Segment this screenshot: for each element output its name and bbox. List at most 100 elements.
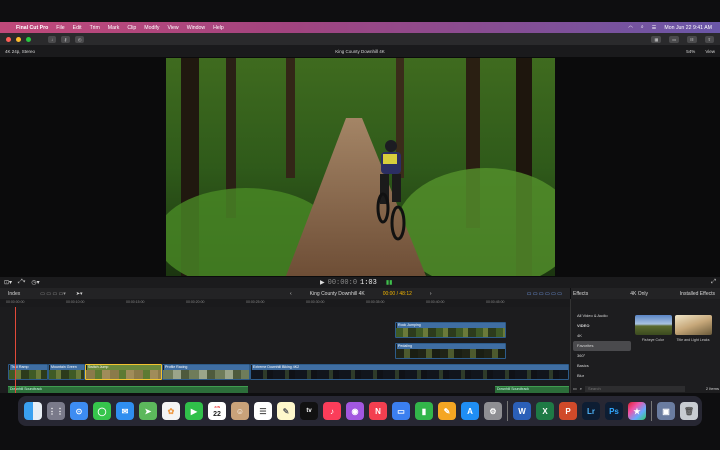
playhead[interactable]	[15, 307, 16, 393]
podcasts-icon[interactable]: ◉	[346, 402, 364, 420]
timeline-tools-icon[interactable]: ▭ ▭ ▭ ▭ ▭ ▭	[527, 291, 562, 297]
timeline-toggle-icon[interactable]: ▭	[669, 35, 680, 43]
contacts-icon[interactable]: ☺	[231, 402, 249, 420]
category-item[interactable]: Basics	[573, 361, 631, 371]
music-icon[interactable]: ♪	[323, 402, 341, 420]
crop-menu-icon[interactable]: ⊡▾	[4, 279, 12, 286]
import-icon[interactable]: ↓	[48, 35, 56, 43]
project-name[interactable]: King County Downhill 4K	[310, 291, 365, 297]
browser-toggle-icon[interactable]: ▦	[651, 35, 662, 43]
control-center-icon[interactable]: ☰	[652, 25, 657, 31]
audio-clip[interactable]: Downhill Soundtrack	[8, 386, 248, 393]
timeline-clip-selected[interactable]: Switch Jump	[85, 364, 162, 380]
effect-thumbnail[interactable]	[675, 315, 712, 335]
keynote-icon[interactable]: ▭	[392, 402, 410, 420]
close-icon[interactable]	[6, 36, 11, 42]
category-item[interactable]: 4K	[573, 331, 631, 341]
effects-search-input[interactable]	[585, 385, 686, 392]
effects-title: Effects	[573, 290, 589, 297]
select-tool-icon[interactable]: ➤▾	[76, 291, 83, 297]
wifi-icon[interactable]: ◠	[628, 25, 633, 31]
category-item-selected[interactable]: Favorites	[573, 341, 631, 351]
filter-4k-toggle[interactable]: 4K Only	[630, 291, 648, 297]
video-frame[interactable]	[166, 58, 555, 276]
effect-thumbnail[interactable]	[635, 315, 672, 335]
word-icon[interactable]: W	[513, 402, 531, 420]
background-tasks-icon[interactable]: ◴	[74, 35, 85, 43]
calendar-icon[interactable]: JUN 22	[208, 402, 226, 420]
menu-window[interactable]: Window	[187, 25, 205, 31]
trash-icon[interactable]: 🗑	[680, 402, 698, 420]
back-icon[interactable]: ‹	[290, 291, 292, 297]
search-icon[interactable]: ⌕	[641, 24, 644, 31]
ruler-tick: 00:00:00:00	[6, 300, 25, 304]
timeline-clip[interactable]: Profile Racing	[162, 364, 250, 380]
forward-icon[interactable]: ›	[430, 291, 432, 297]
menu-trim[interactable]: Trim	[90, 25, 100, 31]
timecode-display: ▶ 00:00:0 1:03 ▮▮	[320, 277, 392, 288]
timeline-clip[interactable]: Extreme Downhill Biking 4K2	[250, 364, 569, 380]
news-icon[interactable]: N	[369, 402, 387, 420]
category-item[interactable]: 360°	[573, 351, 631, 361]
clock[interactable]: Mon Jun 22 9:41 AM	[664, 25, 712, 31]
mail-icon[interactable]: ✉	[116, 402, 134, 420]
app-toolbar: ↓ ⚷ ◴ ▦ ▭ ☷ ⇪	[0, 33, 720, 45]
category-item[interactable]: Blur	[573, 371, 631, 381]
inspector-toggle-icon[interactable]: ☷	[687, 35, 697, 43]
final-cut-icon[interactable]: ★	[628, 402, 646, 420]
pages-icon[interactable]: ✎	[438, 402, 456, 420]
edit-tools-icon[interactable]: ▭ ▭ ▭ ▭▾	[40, 291, 66, 297]
numbers-icon[interactable]: ▮	[415, 402, 433, 420]
launchpad-icon[interactable]: ⋮⋮	[47, 402, 65, 420]
preview-icon[interactable]: ▣	[657, 402, 675, 420]
menu-modify[interactable]: Modify	[144, 25, 159, 31]
ruler-tick: 00:00:15:00	[126, 300, 145, 304]
timeline[interactable]: Rock Jumping Pedaling Trail Ramp Mountai…	[0, 307, 570, 393]
settings-icon[interactable]: ⚙	[484, 402, 502, 420]
category-item[interactable]: All Video & Audio	[573, 311, 631, 321]
zoom-icon[interactable]	[26, 36, 31, 42]
menu-file[interactable]: File	[56, 25, 64, 31]
speed-menu-icon[interactable]: ◷▾	[31, 279, 39, 286]
photos-icon[interactable]: ✿	[162, 402, 180, 420]
facetime-icon[interactable]: ▶	[185, 402, 203, 420]
lightroom-letters: Lr	[587, 406, 595, 416]
sidebar-toggle-icon[interactable]: ▭	[573, 386, 577, 391]
audio-clip[interactable]: Downhill Soundtrack	[495, 386, 569, 393]
index-button[interactable]: Index	[8, 291, 20, 297]
menu-view[interactable]: View	[168, 25, 179, 31]
safari-icon[interactable]: ⊙	[70, 402, 88, 420]
keyword-icon[interactable]: ⚷	[61, 35, 70, 43]
notes-icon[interactable]: ✎	[277, 402, 295, 420]
lightroom-icon[interactable]: Lr	[582, 402, 600, 420]
timeline-clip[interactable]: Trail Ramp	[8, 364, 48, 380]
app-store-icon[interactable]: A	[461, 402, 479, 420]
share-icon[interactable]: ⇪	[704, 35, 714, 43]
photoshop-icon[interactable]: Ps	[605, 402, 623, 420]
reminders-icon[interactable]: ☰	[254, 402, 272, 420]
finder-icon[interactable]	[24, 402, 42, 420]
installed-effects-menu[interactable]: Installed Effects	[680, 291, 715, 297]
timeline-clip[interactable]: Mountain Green	[48, 364, 85, 380]
menu-clip[interactable]: Clip	[127, 25, 136, 31]
powerpoint-icon[interactable]: P	[559, 402, 577, 420]
messages-icon[interactable]: ◯	[93, 402, 111, 420]
viewer-title: King County Downhill 4K	[335, 48, 385, 54]
excel-icon[interactable]: X	[536, 402, 554, 420]
fullscreen-icon[interactable]: ⤢	[711, 279, 716, 286]
menu-app-name[interactable]: Final Cut Pro	[16, 25, 48, 31]
menu-edit[interactable]: Edit	[73, 25, 82, 31]
tv-icon[interactable]: tv	[300, 402, 318, 420]
connected-clip[interactable]: Rock Jumping	[395, 322, 506, 338]
timeline-ruler[interactable]: 00:00:00:00 00:00:10:00 00:00:15:00 00:0…	[0, 299, 570, 307]
minimize-icon[interactable]	[16, 36, 21, 42]
menu-help[interactable]: Help	[213, 25, 224, 31]
play-icon[interactable]: ▶	[320, 279, 325, 286]
effects-browser: Effects 4K Only Installed Effects All Vi…	[570, 288, 720, 393]
menu-mark[interactable]: Mark	[108, 25, 120, 31]
maps-icon[interactable]: ➤	[139, 402, 157, 420]
transform-menu-icon[interactable]: ⤢▾	[18, 279, 25, 286]
calendar-day: 22	[213, 411, 221, 418]
connected-clip[interactable]: Pedaling	[395, 343, 506, 359]
viewer[interactable]	[0, 57, 720, 277]
